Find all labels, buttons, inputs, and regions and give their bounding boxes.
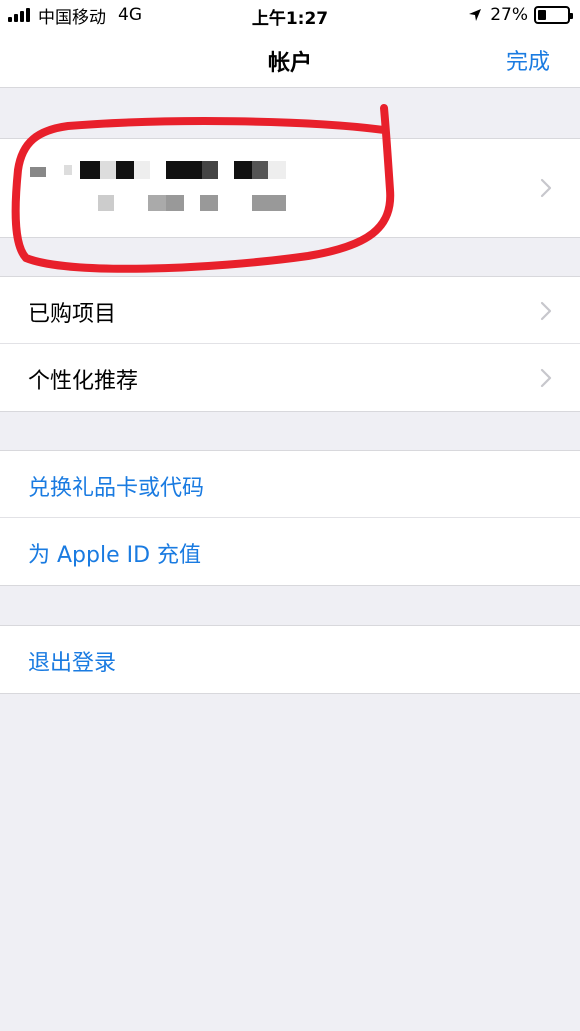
add-funds-link[interactable]: 为 Apple ID 充值 bbox=[28, 537, 201, 569]
chevron-right-icon bbox=[540, 301, 552, 321]
sign-out-button[interactable]: 退出登录 bbox=[28, 645, 116, 677]
sign-out-section: 退出登录 bbox=[0, 625, 580, 694]
location-arrow-icon bbox=[469, 9, 482, 21]
store-section: 已购项目 个性化推荐 bbox=[0, 276, 580, 412]
purchased-items-row[interactable]: 已购项目 bbox=[0, 277, 580, 344]
purchased-items-label: 已购项目 bbox=[28, 302, 117, 327]
status-right: 27% bbox=[468, 4, 573, 26]
account-section bbox=[0, 138, 580, 238]
battery-level bbox=[538, 10, 546, 20]
account-info-row[interactable] bbox=[0, 139, 580, 237]
chevron-right-icon bbox=[540, 178, 552, 198]
battery-icon bbox=[534, 6, 573, 24]
add-funds-row[interactable]: 为 Apple ID 充值 bbox=[0, 518, 580, 585]
done-button[interactable]: 完成 bbox=[506, 44, 550, 76]
battery-percent: 27% bbox=[490, 5, 528, 25]
redeem-gift-card-row[interactable]: 兑换礼品卡或代码 bbox=[0, 451, 580, 518]
chevron-right-icon bbox=[540, 368, 552, 388]
personalized-recommendations-row[interactable]: 个性化推荐 bbox=[0, 344, 580, 411]
status-bar: 中国移动 4G 上午1:27 27% bbox=[0, 0, 580, 30]
personalized-recommendations-label: 个性化推荐 bbox=[28, 369, 139, 394]
page-title: 帐户 bbox=[267, 51, 312, 76]
sign-out-row[interactable]: 退出登录 bbox=[0, 626, 580, 693]
navigation-bar: 帐户 完成 bbox=[0, 30, 580, 88]
redeem-gift-card-link[interactable]: 兑换礼品卡或代码 bbox=[28, 470, 204, 502]
funds-section: 兑换礼品卡或代码 为 Apple ID 充值 bbox=[0, 450, 580, 586]
